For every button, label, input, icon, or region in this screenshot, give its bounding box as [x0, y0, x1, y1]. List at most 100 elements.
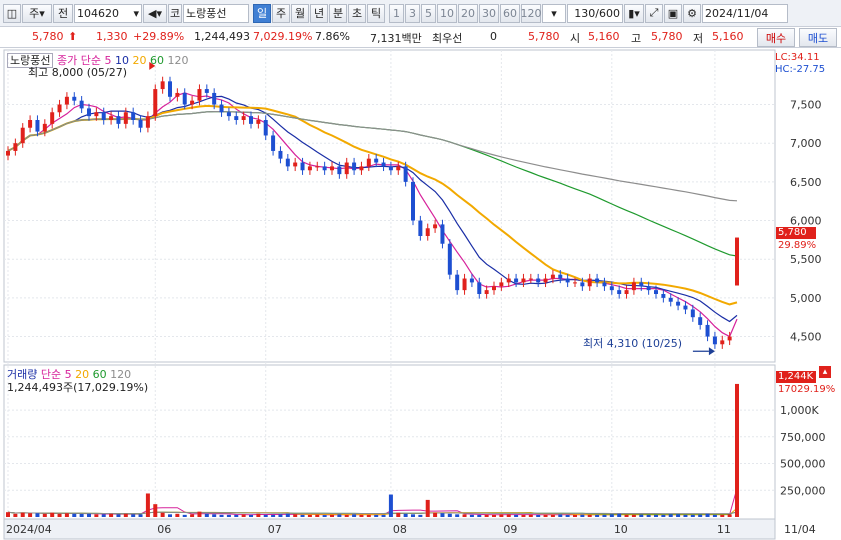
interval-tab-30[interactable]: 30: [479, 3, 499, 23]
volume-bar: [315, 514, 320, 517]
lc-label: LC:34.11: [775, 52, 820, 63]
last-volume-badge: 1,244K: [776, 371, 816, 383]
candle-body: [433, 224, 438, 229]
candle-body: [131, 112, 136, 120]
candle-body: [204, 89, 209, 93]
candle-body: [366, 158, 371, 167]
volume-bar: [528, 514, 533, 517]
interval-tab-20[interactable]: 20: [458, 3, 478, 23]
period-tab-3[interactable]: 년: [310, 3, 328, 23]
volume-bar: [50, 512, 55, 517]
candle-body: [138, 120, 143, 128]
gear-icon[interactable]: ⚙: [683, 3, 701, 23]
code-input[interactable]: 104620 ▾: [74, 3, 142, 23]
price-tick: 7,000: [790, 137, 822, 150]
candle-body: [418, 220, 423, 236]
time-tick: 09: [503, 523, 517, 536]
interval-tab-3[interactable]: 3: [405, 3, 420, 23]
last-volume-pct: 17029.19%: [778, 384, 836, 395]
candle-body: [35, 120, 40, 132]
speaker-icon[interactable]: ◀▾: [143, 3, 167, 23]
volume-info: 1,244,493주(17,029.19%): [7, 381, 149, 394]
count-field[interactable]: 130/600: [567, 3, 623, 23]
period-tab-5[interactable]: 초: [348, 3, 366, 23]
period-tab-6[interactable]: 틱: [367, 3, 385, 23]
candle-body: [469, 278, 474, 283]
collapse-icon[interactable]: ▴: [819, 366, 831, 378]
sell-button[interactable]: 매도: [799, 28, 837, 47]
volume-bar: [204, 513, 209, 517]
candle-body: [123, 112, 128, 124]
hc-label: HC:-27.75: [775, 64, 826, 75]
volume-bar: [403, 513, 408, 517]
candle-body: [477, 282, 482, 294]
volume-bar: [639, 514, 644, 517]
period-tab-4[interactable]: 분: [329, 3, 347, 23]
interval-dropdown[interactable]: ▾: [542, 3, 566, 23]
candle-body: [536, 278, 541, 283]
chevron-down-icon[interactable]: ▾: [133, 7, 139, 20]
market-select[interactable]: 주 ▾: [22, 3, 52, 23]
volume-bar: [396, 512, 401, 517]
volume-bar: [536, 514, 541, 517]
interval-tab-5[interactable]: 5: [421, 3, 436, 23]
price-tick: 4,500: [790, 331, 822, 344]
candle-body: [190, 100, 195, 105]
volume-bar: [617, 513, 622, 517]
volume-bar: [366, 514, 371, 517]
candle-body: [182, 92, 187, 105]
candle-type-icon[interactable]: ▮▾: [624, 3, 644, 23]
candle-body: [344, 162, 349, 175]
interval-tab-10[interactable]: 10: [437, 3, 457, 23]
volume-bar: [587, 514, 592, 517]
candle-body: [278, 150, 283, 159]
price-tick: 6,500: [790, 176, 822, 189]
prev-button[interactable]: 전: [53, 3, 73, 23]
interval-tab-120[interactable]: 120: [521, 3, 542, 23]
quote-turnover: 7.86%: [315, 30, 350, 43]
candle-body: [72, 96, 77, 101]
volume-bar: [595, 514, 600, 517]
draw-tool-icon[interactable]: ⤢: [645, 3, 663, 23]
volume-bar: [330, 514, 334, 517]
period-tab-0[interactable]: 일: [253, 3, 271, 23]
panel-icon[interactable]: ◫: [3, 3, 21, 23]
volume-bar: [374, 514, 379, 517]
candle-body: [322, 166, 327, 171]
market-label: 주: [29, 7, 40, 20]
candle-body: [690, 309, 695, 318]
candle-body: [168, 81, 172, 97]
stock-name-field[interactable]: 노랑풍선: [183, 3, 249, 23]
volume-bar: [558, 514, 563, 517]
candle-body: [425, 228, 430, 236]
volume-bar: [735, 383, 739, 517]
market-type-button[interactable]: 코: [168, 3, 182, 23]
price-tick: 7,500: [790, 99, 822, 112]
volume-bar: [241, 514, 246, 517]
volume-bar: [337, 514, 342, 517]
price-tick: 5,000: [790, 292, 822, 305]
volume-bar: [249, 514, 253, 517]
volume-bar: [359, 514, 364, 517]
quote-best-value: 0: [490, 30, 497, 43]
price-panel: [3, 49, 776, 363]
volume-bar: [79, 514, 84, 517]
candle-body: [13, 143, 18, 151]
period-tab-2[interactable]: 월: [291, 3, 309, 23]
volume-bar: [573, 514, 577, 517]
buy-button[interactable]: 매수: [757, 28, 795, 47]
date-field[interactable]: 2024/11/04: [702, 3, 788, 23]
chart-area[interactable]: 7,500 7,000 6,500 6,000 5,500 5,000 4,500 1,000…: [0, 48, 841, 540]
interval-tab-1[interactable]: 1: [389, 3, 404, 23]
volume-bar: [212, 514, 217, 517]
volume-bar: [13, 513, 18, 517]
candle-body: [50, 112, 55, 124]
save-icon[interactable]: ▣: [664, 3, 682, 23]
volume-bar: [462, 514, 467, 517]
volume-bar: [580, 514, 585, 517]
period-tab-1[interactable]: 주: [272, 3, 290, 23]
candle-body: [447, 243, 452, 275]
interval-tab-60[interactable]: 60: [500, 3, 520, 23]
candle-body: [28, 120, 33, 128]
candle-body: [374, 158, 379, 163]
